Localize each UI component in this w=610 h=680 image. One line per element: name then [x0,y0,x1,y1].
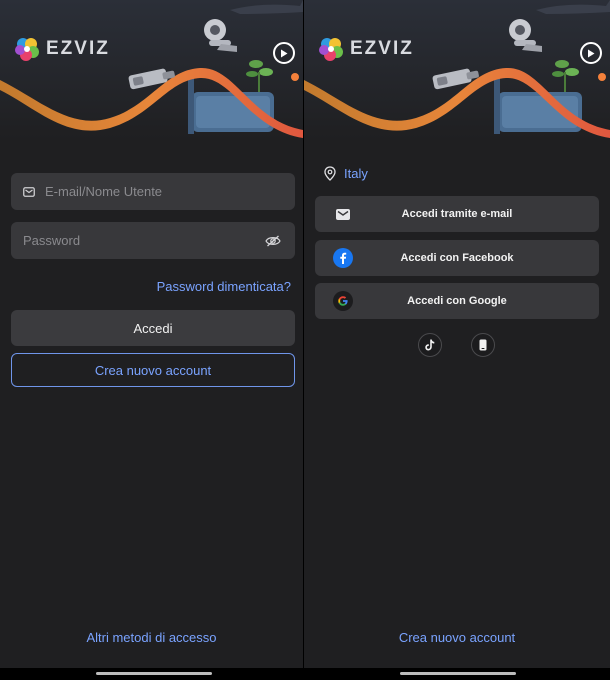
home-gesture-bar[interactable] [400,672,516,675]
create-account-link[interactable]: Crea nuovo account [304,630,610,645]
play-button[interactable] [273,42,295,64]
forgot-password-link[interactable]: Password dimenticata? [157,279,291,294]
login-methods-screen: EZVIZ Italy Accedi tramite e-mail Accedi… [304,0,610,668]
play-button[interactable] [580,42,602,64]
system-navigation-bar [0,668,610,680]
login-button[interactable]: Accedi [11,310,295,346]
email-field[interactable] [11,173,295,210]
hero-banner [304,0,610,140]
play-icon [588,49,595,57]
facebook-icon [333,248,353,268]
brand-name: EZVIZ [46,38,110,59]
mail-icon [23,186,35,197]
google-login-label: Accedi con Google [407,295,507,307]
hero-banner [0,0,303,140]
email-input[interactable] [45,184,295,199]
create-account-button[interactable]: Crea nuovo account [11,353,295,387]
phone-icon [479,339,487,351]
app-screens: EZVIZ Password dimenticata? Accedi Crea … [0,0,610,680]
location-pin-icon [324,166,336,181]
country-label: Italy [344,166,368,181]
status-dot [291,73,299,81]
eye-off-icon[interactable] [265,235,281,247]
play-icon [281,49,288,57]
home-gesture-bar[interactable] [96,672,212,675]
ezviz-logo-icon [15,38,39,61]
facebook-login-label: Accedi con Facebook [400,252,514,264]
email-login-button[interactable]: Accedi tramite e-mail [315,196,599,232]
tiktok-icon [425,339,435,351]
brand-logo: EZVIZ [14,36,110,62]
mail-icon [333,204,353,224]
google-icon [333,291,353,311]
password-field[interactable] [11,222,295,259]
email-login-label: Accedi tramite e-mail [401,208,513,220]
login-screen: EZVIZ Password dimenticata? Accedi Crea … [0,0,303,668]
other-methods-link[interactable]: Altri metodi di accesso [0,630,303,645]
status-dot [598,73,606,81]
facebook-login-button[interactable]: Accedi con Facebook [315,240,599,276]
tiktok-login-button[interactable] [418,333,442,357]
ezviz-logo-icon [319,38,343,61]
password-input[interactable] [23,233,265,248]
phone-login-button[interactable] [471,333,495,357]
country-selector[interactable]: Italy [324,166,368,181]
google-login-button[interactable]: Accedi con Google [315,283,599,319]
brand-name: EZVIZ [350,38,414,59]
brand-logo: EZVIZ [318,36,414,62]
